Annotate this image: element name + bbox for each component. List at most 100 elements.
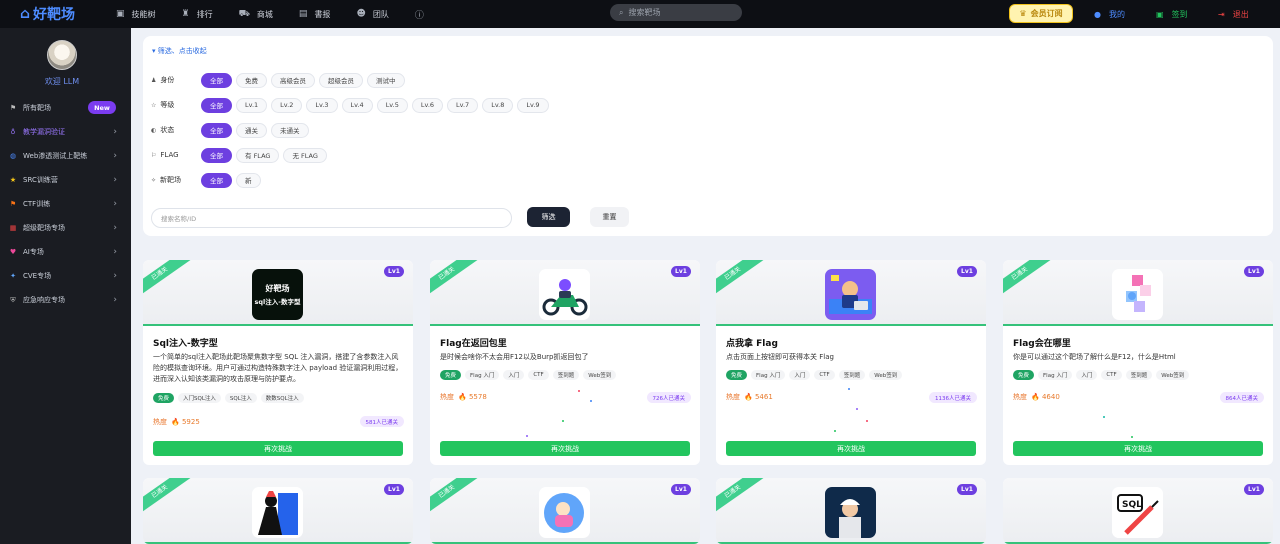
team-icon: ☻	[356, 9, 366, 19]
level-badge: Lv1	[384, 484, 404, 495]
filter-chip[interactable]: 超级会员	[319, 72, 363, 88]
filter-reset-button[interactable]: 重置	[590, 207, 629, 227]
card-title: Sql注入-数字型	[153, 339, 218, 349]
filter-chip[interactable]: 通关	[236, 122, 267, 138]
sidebar-item-cve[interactable]: ✦ CVE专场 ›	[0, 264, 131, 288]
bulb-icon: ♁	[10, 128, 16, 136]
range-card[interactable]: 已通关 Lv1	[143, 478, 413, 544]
logo[interactable]: ⌂ 好靶场	[20, 4, 100, 24]
sidebar-item-label: AI专场	[23, 248, 44, 256]
sidebar-item-web[interactable]: ◍ Web渗透测试上靶练 ›	[0, 144, 131, 168]
retry-challenge-button[interactable]: 再次挑战	[153, 441, 403, 456]
filter-chip[interactable]: Lv.3	[306, 97, 338, 113]
card-thumbnail	[252, 487, 303, 538]
avatar[interactable]	[47, 40, 77, 70]
range-card[interactable]: 已通关 Lv1	[716, 478, 986, 544]
card-description: 是时候会啥你不太会用F12以及Burp抓返回包了	[440, 353, 589, 361]
new-badge: New	[88, 101, 116, 114]
logo-text: 好靶场	[33, 7, 76, 23]
nav-team[interactable]: ☻ 团队	[356, 9, 388, 20]
tag: 免费	[153, 393, 175, 403]
sidebar-item-ctf[interactable]: ⚑ CTF训练 ›	[0, 192, 131, 216]
filter-chip[interactable]: 有 FLAG	[236, 147, 280, 163]
keyword-search-input[interactable]: 搜索名称/ID	[151, 208, 512, 228]
sidebar-item-teaching[interactable]: ♁ 教学漏洞验证 ›	[0, 120, 131, 144]
flag-icon: ⚑	[9, 104, 17, 112]
range-card[interactable]: 已通关 Lv1 Flag在返回包里 是时候会啥你不太会用F12以及Burp抓返回…	[430, 260, 700, 465]
logout-link[interactable]: ⇥ 退出	[1218, 0, 1249, 28]
sidebar-item-all[interactable]: ⚑ 所有靶场 New	[0, 96, 131, 120]
passed-count-badge: 1136人已通关	[929, 392, 977, 403]
filter-chip[interactable]: 新	[236, 172, 261, 188]
filter-chip[interactable]: Lv.5	[376, 97, 408, 113]
filter-chip[interactable]: Lv.1	[236, 97, 268, 113]
tag: 入门	[789, 370, 811, 380]
tag-list: 免费 Flag 入门 入门 CTF 签到题 Web签到	[1013, 370, 1193, 380]
filter-chip[interactable]: 全部	[201, 147, 232, 163]
sidebar-item-ai[interactable]: ♥ AI专场 ›	[0, 240, 131, 264]
filter-chip[interactable]: Lv.2	[271, 97, 303, 113]
filter-chip[interactable]: 免费	[236, 72, 267, 88]
tag: 入门	[503, 370, 525, 380]
filter-label-text: 等级	[160, 101, 175, 109]
filter-chip[interactable]: 未通关	[271, 122, 309, 138]
retry-challenge-button[interactable]: 再次挑战	[1013, 441, 1263, 456]
filter-chip[interactable]: 全部	[201, 97, 232, 113]
retry-challenge-button[interactable]: 再次挑战	[440, 441, 690, 456]
sidebar-item-src[interactable]: ★ SRC训练营 ›	[0, 168, 131, 192]
thumb-subtitle: sql注入-数字型	[254, 298, 301, 306]
filter-chip[interactable]: 测试中	[367, 72, 405, 88]
house-icon: ▣	[116, 9, 125, 19]
nav-info[interactable]: ⓘ	[415, 8, 431, 21]
filter-chip[interactable]: Lv.7	[447, 97, 479, 113]
range-card[interactable]: Lv1 SQL	[1003, 478, 1273, 544]
hacker-door-illustration	[252, 487, 303, 538]
card-title: Flag在返回包里	[440, 339, 507, 349]
filter-chip[interactable]: 全部	[201, 172, 232, 188]
filter-chip[interactable]: 全部	[201, 122, 232, 138]
nav-shop[interactable]: ⛟ 商城	[239, 9, 273, 20]
level-badge: Lv1	[1244, 266, 1264, 277]
card-title: 点我拿 Flag	[726, 339, 778, 349]
filter-toggle[interactable]: ▾ 筛选、点击收起	[152, 46, 207, 56]
sidebar-item-label: SRC训练营	[23, 176, 58, 184]
filter-chip[interactable]: Lv.4	[341, 97, 373, 113]
nav-ranking[interactable]: ♜ 排行	[182, 9, 213, 20]
range-card[interactable]: 已通关 Lv1	[430, 478, 700, 544]
tag-list: 免费 Flag 入门 入门 CTF 签到题 Web签到	[440, 370, 620, 380]
filter-chip[interactable]: Lv.8	[482, 97, 514, 113]
particle	[1103, 416, 1105, 418]
filter-label-text: 新靶场	[160, 176, 182, 184]
nav-report[interactable]: ▤ 書报	[299, 9, 331, 20]
status-icon: ◐	[151, 127, 157, 134]
chevron-right-icon: ›	[113, 223, 117, 233]
filter-chip[interactable]: 无 FLAG	[283, 147, 327, 163]
checkin-link[interactable]: ▣ 签到	[1156, 0, 1188, 28]
filter-chip[interactable]: 高级会员	[271, 72, 315, 88]
filter-chip[interactable]: 全部	[201, 72, 232, 88]
filter-search-button[interactable]: 筛选	[527, 207, 570, 227]
range-card[interactable]: 已通关 Lv1 Flag会在哪里 你是可以通过这个靶场了解什么是F12，什么是H…	[1003, 260, 1273, 465]
filter-chip[interactable]: Lv.9	[517, 97, 549, 113]
level-badge: Lv1	[671, 266, 691, 277]
passed-count-badge: 581人已通关	[359, 416, 404, 427]
search-input[interactable]: ⌕ 搜索靶场	[610, 4, 742, 21]
my-profile-link[interactable]: ● 我的	[1094, 0, 1125, 28]
tag: 免费	[1013, 370, 1035, 380]
particle	[848, 388, 850, 390]
retry-challenge-button[interactable]: 再次挑战	[726, 441, 976, 456]
tag: CTF	[528, 370, 549, 380]
card-thumbnail	[825, 487, 876, 538]
sidebar-item-super[interactable]: ▦ 超级靶场专场 ›	[0, 216, 131, 240]
range-card[interactable]: 已通关 Lv1 点我拿 Flag 点击页面上按钮即可获得本关 Flag 免费 F…	[716, 260, 986, 465]
sidebar-item-incident[interactable]: ⛨ 应急响应专场 ›	[0, 288, 131, 312]
heat-value: 5461	[754, 393, 773, 401]
particle	[834, 430, 836, 432]
card-thumbnail	[539, 487, 590, 538]
vip-subscribe-button[interactable]: ♛ 会员订阅	[1009, 4, 1073, 23]
range-card[interactable]: 已通关 Lv1 好靶场 sql注入-数字型 Sql注入-数字型 一个简单的sql…	[143, 260, 413, 465]
tag: CTF	[1101, 370, 1122, 380]
tag: 免费	[440, 370, 462, 380]
filter-chip[interactable]: Lv.6	[411, 97, 444, 113]
nav-skill-tree[interactable]: ▣ 技能树	[116, 9, 156, 20]
